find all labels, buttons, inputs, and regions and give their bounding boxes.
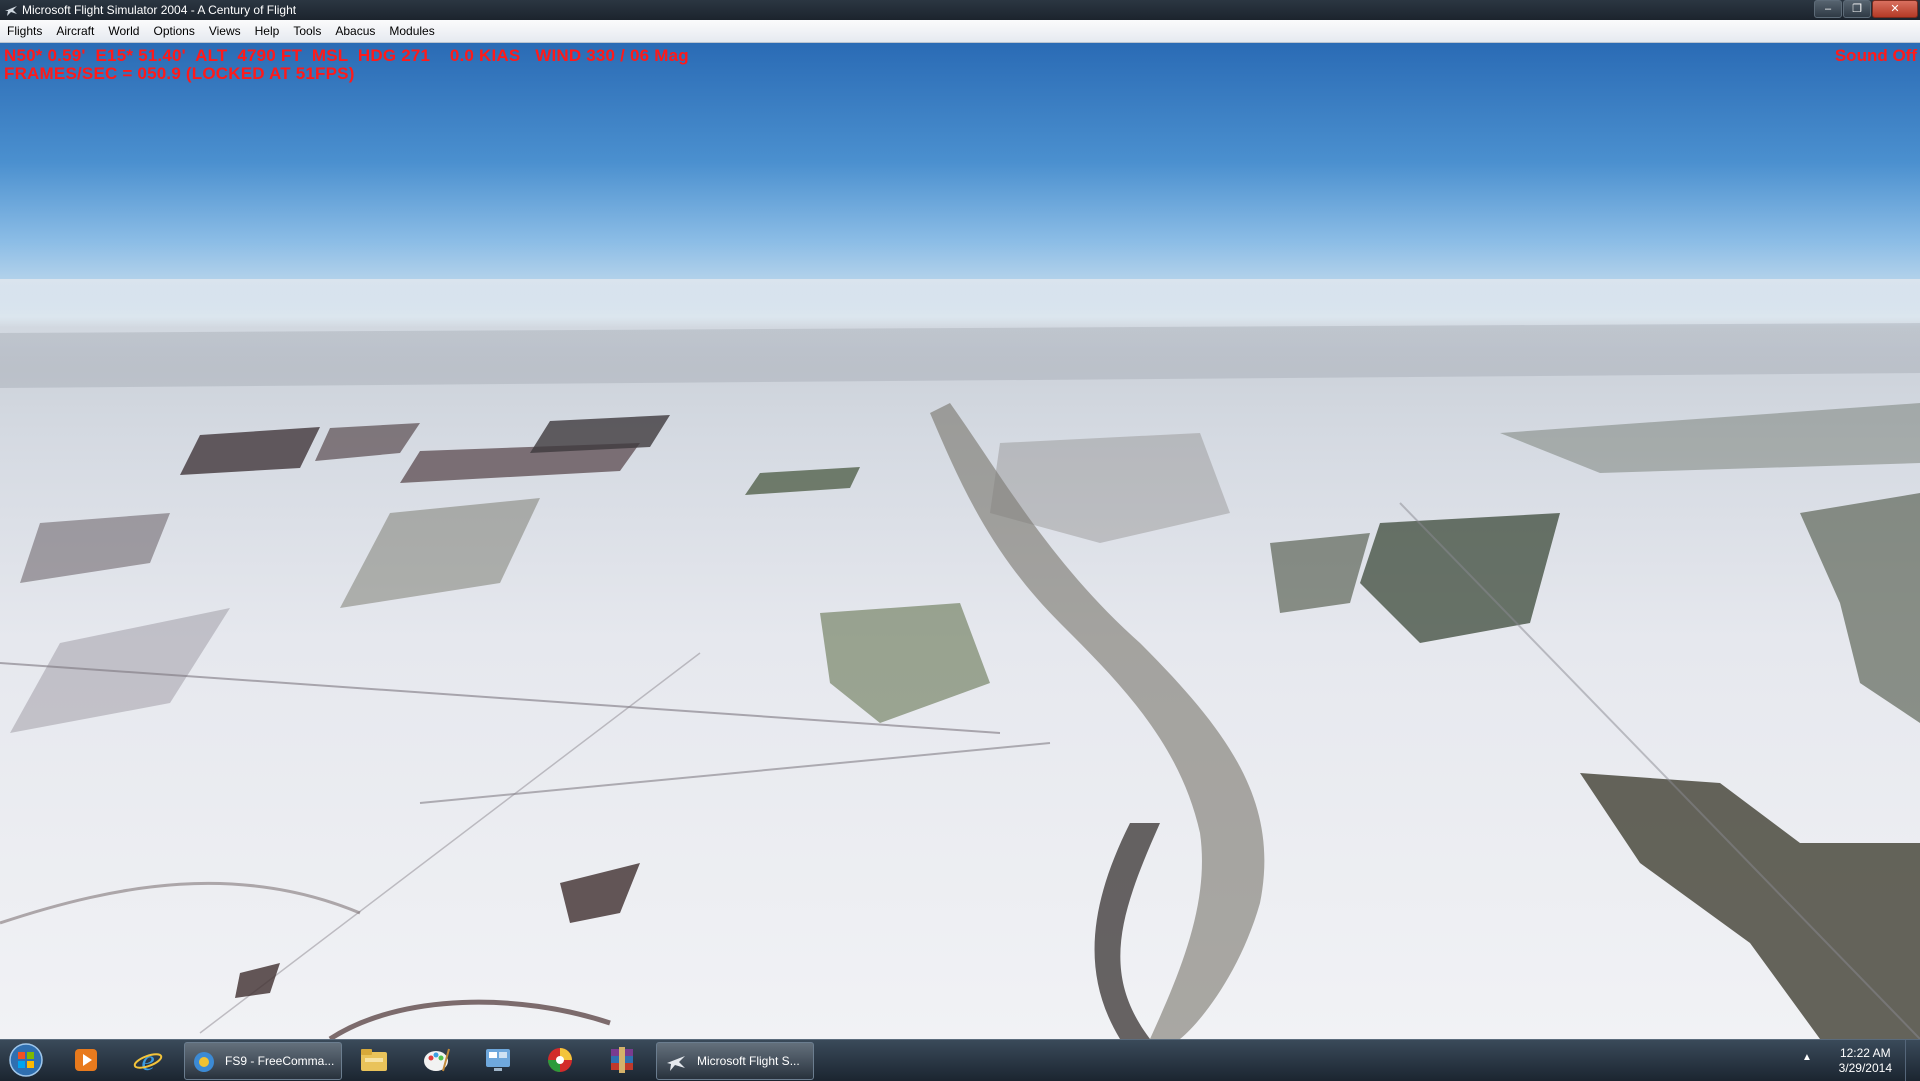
menu-modules[interactable]: Modules <box>382 20 441 42</box>
start-button[interactable] <box>4 1041 48 1079</box>
simulator-viewport[interactable]: N50* 0.59' E15* 51.40' ALT 4790 FT MSL H… <box>0 43 1920 1039</box>
system-tray: ▲ 12:22 AM 3/29/2014 <box>1790 1040 1920 1081</box>
restore-button[interactable]: ❐ <box>1843 0 1871 18</box>
clock-time: 12:22 AM <box>1839 1046 1891 1060</box>
taskbar: e FS9 - FreeComma... Microsoft Flight S.… <box>0 1039 1920 1081</box>
title-bar: Microsoft Flight Simulator 2004 - A Cent… <box>0 0 1920 20</box>
file-explorer-icon[interactable] <box>346 1042 402 1078</box>
window-title: Microsoft Flight Simulator 2004 - A Cent… <box>22 3 297 17</box>
windows-media-player-icon[interactable] <box>58 1042 114 1078</box>
paint-icon[interactable] <box>408 1042 464 1078</box>
menu-views[interactable]: Views <box>202 20 248 42</box>
menu-help[interactable]: Help <box>248 20 287 42</box>
flight-sim-app-icon[interactable] <box>4 3 18 17</box>
menu-abacus[interactable]: Abacus <box>328 20 382 42</box>
color-app-icon[interactable] <box>532 1042 588 1078</box>
taskbar-task-microsoft-flight-simulator[interactable]: Microsoft Flight S... <box>656 1042 814 1080</box>
menu-bar: Flights Aircraft World Options Views Hel… <box>0 20 1920 43</box>
show-hidden-icons-button[interactable]: ▲ <box>1802 1052 1812 1063</box>
airplane-icon <box>667 1056 685 1071</box>
taskbar-task-label: FS9 - FreeComma... <box>225 1054 335 1068</box>
snowy-terrain-scene <box>0 279 1920 1039</box>
menu-tools[interactable]: Tools <box>286 20 328 42</box>
taskbar-task-fs9-freecommander[interactable]: FS9 - FreeComma... <box>184 1042 342 1080</box>
menu-flights[interactable]: Flights <box>0 20 49 42</box>
menu-world[interactable]: World <box>101 20 146 42</box>
hud-framerate-line: FRAMES/SEC = 050.9 (LOCKED AT 51FPS) <box>4 64 355 83</box>
svg-text:e: e <box>141 1044 154 1076</box>
hud-readout: N50* 0.59' E15* 51.40' ALT 4790 FT MSL H… <box>4 47 689 83</box>
window-controls: – ❐ ✕ <box>1813 0 1918 18</box>
clock-date: 3/29/2014 <box>1838 1061 1892 1075</box>
fs9-icon <box>194 1052 214 1072</box>
menu-aircraft[interactable]: Aircraft <box>49 20 101 42</box>
taskbar-task-label: Microsoft Flight S... <box>697 1054 800 1068</box>
control-panel-icon[interactable] <box>470 1042 526 1078</box>
winrar-icon[interactable] <box>594 1042 650 1078</box>
sound-status: Sound Off <box>1834 46 1917 65</box>
show-desktop-button[interactable] <box>1905 1040 1920 1081</box>
close-button[interactable]: ✕ <box>1872 0 1918 18</box>
clock[interactable]: 12:22 AM 3/29/2014 <box>1839 1046 1892 1076</box>
menu-options[interactable]: Options <box>146 20 201 42</box>
internet-explorer-icon[interactable]: e <box>120 1042 176 1078</box>
hud-position-line: N50* 0.59' E15* 51.40' ALT 4790 FT MSL H… <box>4 46 689 65</box>
minimize-button[interactable]: – <box>1814 0 1842 18</box>
